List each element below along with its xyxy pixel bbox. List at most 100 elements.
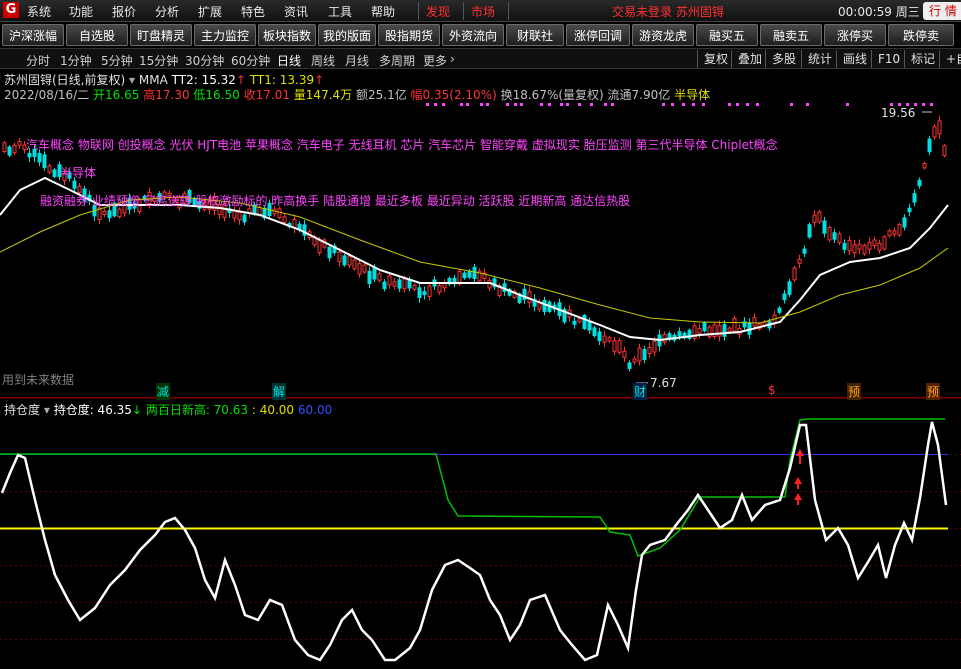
signal-dot: [611, 103, 614, 106]
candle-body: [677, 331, 682, 337]
marker-unlock[interactable]: 解: [272, 383, 287, 400]
candle-body: [277, 208, 282, 219]
low-price-label: 7.67: [650, 376, 677, 390]
signal-dot: [520, 103, 523, 106]
candle-body: [902, 217, 907, 228]
signal-dot: [560, 103, 563, 106]
candle-body: [437, 284, 442, 293]
signal-dot: [671, 103, 674, 106]
candle-body: [7, 146, 12, 156]
candle-body: [837, 233, 842, 244]
candle-body: [242, 214, 247, 223]
high-price-label: 19.56: [881, 106, 916, 120]
candle-body: [797, 258, 802, 264]
marker-forecast[interactable]: 预: [847, 383, 862, 400]
candle-body: [337, 251, 342, 263]
candle-body: [752, 317, 757, 327]
candle-body: [722, 324, 727, 337]
signal-dot: [590, 103, 593, 106]
signal-dot: [692, 103, 695, 106]
candle-body: [852, 244, 857, 254]
candle-body: [422, 291, 427, 296]
level1-value: : 40.00: [251, 403, 295, 417]
candle-body: [457, 270, 462, 285]
candle-body: [822, 220, 827, 234]
candle-body: [352, 259, 357, 270]
candle-body: [107, 210, 112, 219]
candle-body: [892, 230, 897, 235]
candle-body: [857, 243, 862, 250]
candle-body: [927, 138, 932, 153]
candle-body: [577, 318, 582, 323]
position-oscillator: [0, 421, 948, 662]
candle-body: [472, 266, 477, 280]
down-arrow-icon: ↓: [131, 403, 142, 417]
signal-dot: [846, 103, 849, 106]
kline-chart[interactable]: [0, 0, 961, 669]
signal-dot: [728, 103, 731, 106]
candle-body: [282, 216, 287, 223]
candle-body: [52, 169, 57, 177]
up-arrow-icon: [794, 493, 802, 505]
position-value: 持仓度: 46.35: [53, 403, 132, 417]
signal-dot: [662, 103, 665, 106]
candle-body: [787, 281, 792, 295]
signal-dot: [480, 103, 483, 106]
signal-dots: [426, 103, 933, 106]
candle-body: [907, 207, 912, 213]
marker-dollar[interactable]: $: [767, 383, 777, 397]
new-high-line: [0, 418, 945, 557]
marker-finance[interactable]: 财: [633, 383, 648, 400]
candle-body: [372, 266, 377, 280]
candle-body: [882, 236, 887, 250]
signal-dot: [736, 103, 739, 106]
signal-dot: [790, 103, 793, 106]
candle-body: [607, 337, 612, 342]
candle-body: [102, 210, 107, 215]
candle-body: [387, 275, 392, 286]
candle-body: [37, 152, 42, 163]
signal-dot: [578, 103, 581, 106]
new-high-value: 两百日新高: 70.63: [145, 403, 249, 417]
signal-dot: [442, 103, 445, 106]
candle-body: [802, 248, 807, 254]
candle-body: [827, 227, 832, 241]
candle-body: [237, 211, 242, 221]
marker-forecast[interactable]: 预: [926, 383, 941, 400]
candle-body: [587, 320, 592, 331]
candle-body: [462, 272, 467, 279]
candle-body: [887, 230, 892, 237]
candle-body: [597, 331, 602, 342]
candle-body: [402, 278, 407, 290]
signal-dot: [682, 103, 685, 106]
signal-dot: [486, 103, 489, 106]
candle-body: [412, 284, 417, 290]
candle-body: [72, 180, 77, 189]
candle-body: [17, 140, 22, 146]
signal-dot: [506, 103, 509, 106]
signal-dot: [746, 103, 749, 106]
candle-body: [912, 193, 917, 203]
candle-body: [807, 224, 812, 238]
candle-body: [47, 165, 52, 173]
candle-body: [467, 270, 472, 278]
watermark-text: 用到未来数据: [2, 373, 75, 387]
up-arrow-icon: [794, 477, 802, 489]
candle-body: [627, 362, 632, 369]
signal-dot: [466, 103, 469, 106]
signal-dot: [756, 103, 759, 106]
candle-body: [642, 349, 647, 361]
signal-dot: [548, 103, 551, 106]
candle-body: [377, 273, 382, 281]
candle-body: [932, 126, 937, 138]
candle-body: [917, 179, 922, 187]
candle-body: [832, 232, 837, 240]
candle-body: [622, 350, 627, 358]
candle-body: [872, 239, 877, 247]
candle-body: [612, 340, 617, 352]
candle-body: [382, 281, 387, 290]
dropdown-icon[interactable]: ▾: [44, 403, 50, 417]
candle-body: [942, 145, 947, 157]
marker-reduce[interactable]: 减: [156, 383, 171, 400]
candle-body: [42, 154, 47, 169]
